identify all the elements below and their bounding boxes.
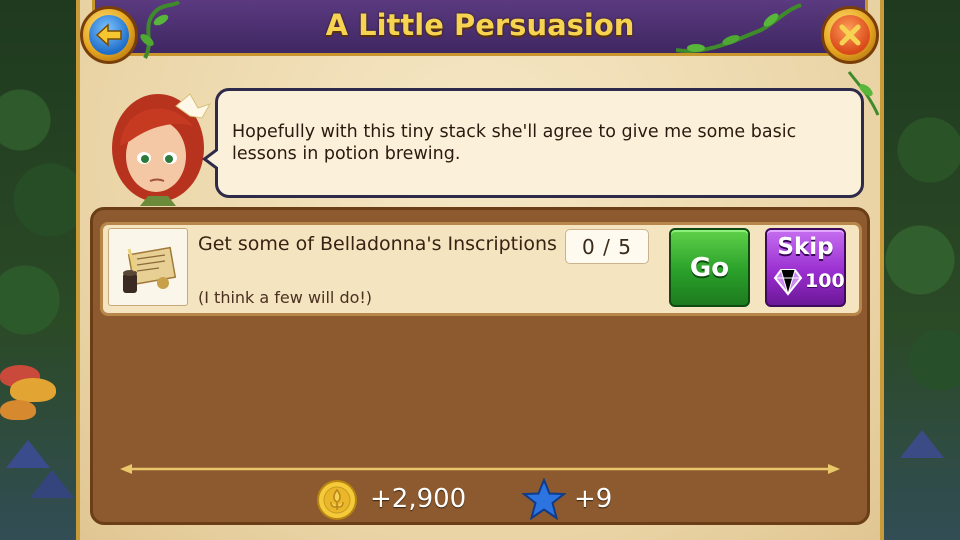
mushroom-decoration bbox=[10, 378, 56, 402]
reward-coins: +2,900 bbox=[370, 484, 467, 514]
close-button[interactable] bbox=[821, 6, 879, 64]
house-roof bbox=[900, 430, 944, 458]
quest-subtitle: (I think a few will do!) bbox=[198, 288, 373, 307]
back-arrow-icon bbox=[89, 15, 129, 55]
vine-decoration bbox=[140, 0, 181, 59]
skip-cost: 100 bbox=[805, 270, 845, 292]
vine-decoration bbox=[676, 3, 802, 53]
star-icon bbox=[522, 478, 566, 521]
gem-icon bbox=[773, 269, 803, 296]
speech-bubble: Hopefully with this tiny stack she'll ag… bbox=[202, 88, 864, 198]
scroll-icon bbox=[108, 228, 188, 306]
house-roof bbox=[6, 440, 50, 468]
back-button[interactable] bbox=[80, 6, 138, 64]
quest-progress: 0 / 5 bbox=[565, 229, 649, 264]
quest-title: Get some of Belladonna's Inscriptions bbox=[198, 233, 557, 255]
skip-button[interactable]: Skip 100 bbox=[765, 228, 846, 307]
coin-icon bbox=[317, 480, 357, 520]
dialog-text: Hopefully with this tiny stack she'll ag… bbox=[232, 122, 797, 164]
skip-label: Skip bbox=[777, 234, 834, 260]
character-portrait bbox=[112, 93, 212, 206]
mushroom-decoration bbox=[0, 400, 36, 420]
close-x-icon bbox=[830, 15, 870, 55]
reward-stars: +9 bbox=[574, 484, 613, 514]
house-roof bbox=[30, 470, 74, 498]
go-button[interactable]: Go bbox=[669, 228, 750, 307]
divider bbox=[120, 464, 840, 474]
